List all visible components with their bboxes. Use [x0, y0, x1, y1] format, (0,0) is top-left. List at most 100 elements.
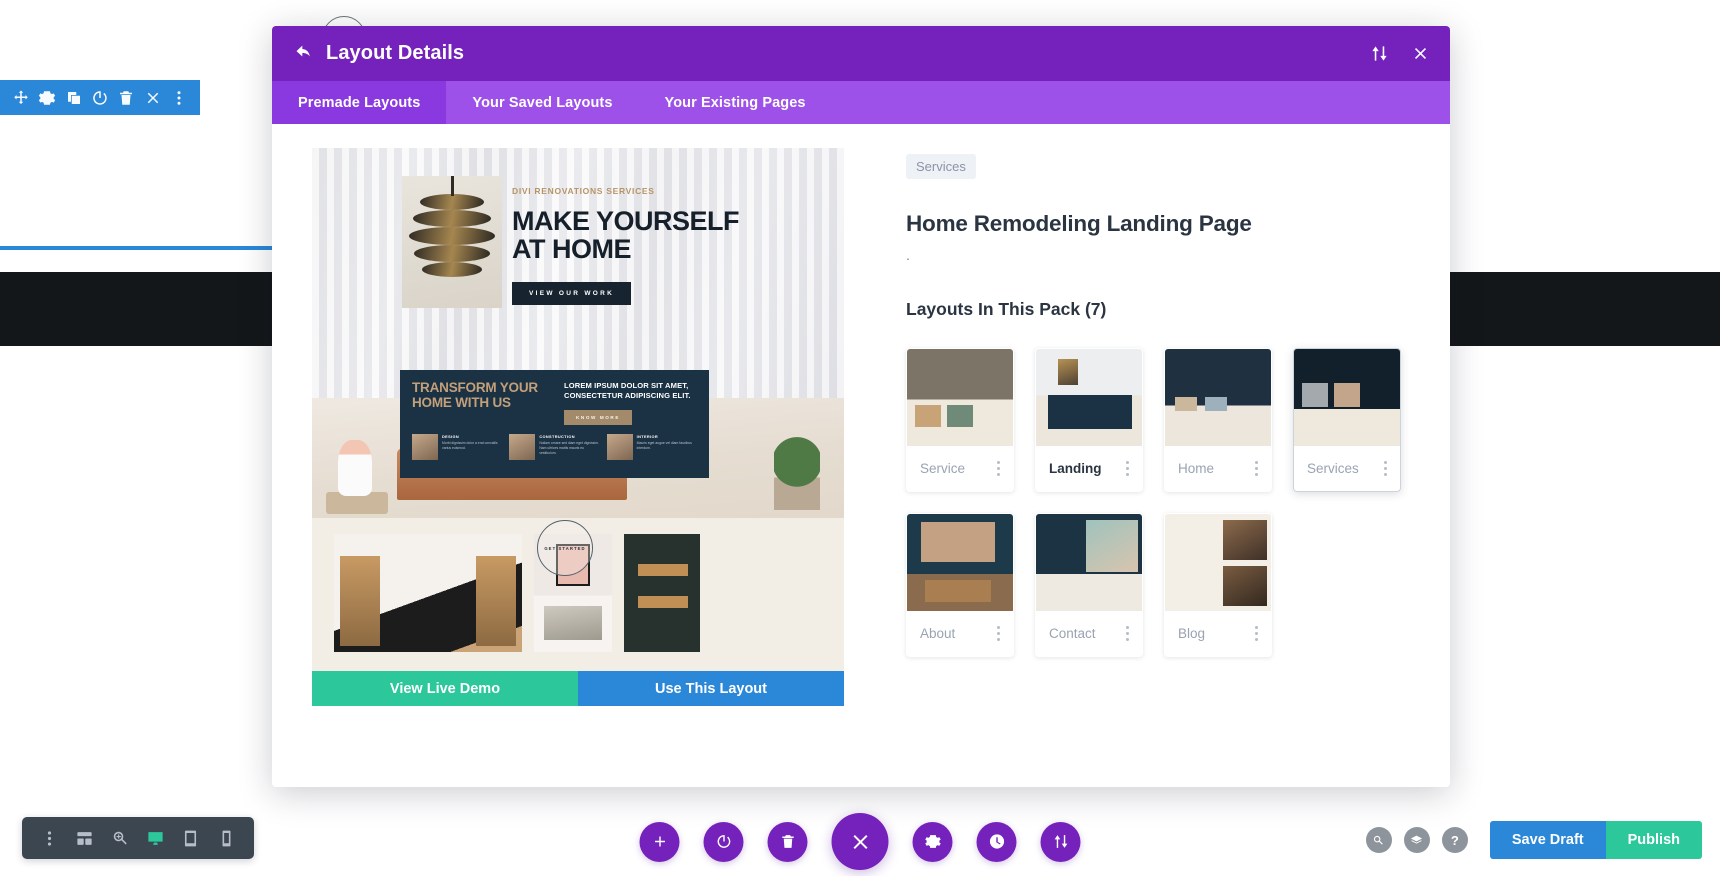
preview-promo-column: CONSTRUCTION Nullam ornare sed diam eget…: [509, 433, 599, 460]
preview-promo-column: DESIGN Morbi dignissim dolor a erat conv…: [412, 433, 502, 460]
builder-bottom-bar-center: [639, 807, 1081, 876]
preview-gallery-image-3: [624, 534, 700, 652]
tab-your-existing-pages[interactable]: Your Existing Pages: [639, 81, 832, 124]
duplicate-icon[interactable]: [65, 89, 83, 107]
power-icon: [717, 835, 730, 848]
layout-card-menu-icon[interactable]: [995, 457, 1002, 480]
tab-your-saved-layouts[interactable]: Your Saved Layouts: [446, 81, 638, 124]
preview-promo-column: INTERIOR Mauris eget augue vel diam fauc…: [606, 433, 697, 460]
preview-promo-column-title: DESIGN: [442, 433, 460, 439]
layout-card-label: Landing: [1049, 461, 1102, 476]
layout-card-home[interactable]: Home: [1164, 348, 1272, 492]
layout-preview-column: DIVI RENOVATIONS SERVICES MAKE YOURSELF …: [312, 148, 844, 787]
sort-icon: [1054, 835, 1067, 848]
preview-hero-heading-line1: MAKE YOURSELF: [512, 206, 740, 236]
preview-promo-column-title: INTERIOR: [636, 433, 659, 439]
layout-thumbnail: [1165, 349, 1271, 446]
preview-promo-column-text: Morbi dignissim dolor a erat convallis v…: [442, 440, 498, 450]
trash-icon: [781, 835, 794, 848]
layout-card-contact[interactable]: Contact: [1035, 513, 1143, 657]
layout-details-column: Services Home Remodeling Landing Page . …: [844, 148, 1426, 787]
toggle-builder-button[interactable]: [703, 821, 744, 862]
portability-button[interactable]: [1040, 821, 1081, 862]
close-icon: [853, 834, 867, 849]
element-hover-toolbar[interactable]: [0, 80, 200, 115]
layouts-in-pack-heading: Layouts In This Pack (7): [906, 299, 1107, 319]
layers-button[interactable]: [1403, 827, 1430, 853]
back-arrow-icon[interactable]: [294, 44, 314, 64]
category-badge[interactable]: Services: [906, 154, 976, 179]
help-icon: ?: [1450, 832, 1459, 848]
preview-promo-column-image: [412, 433, 438, 460]
preview-gallery-image-1: [334, 534, 522, 652]
use-this-layout-button[interactable]: Use This Layout: [578, 671, 844, 706]
trash-icon[interactable]: [117, 89, 135, 107]
layout-card-landing[interactable]: Landing: [1035, 348, 1143, 492]
layout-thumbnail: [1036, 514, 1142, 611]
tab-premade-layouts[interactable]: Premade Layouts: [272, 81, 447, 124]
preview-promo-card: TRANSFORM YOUR HOME WITH US LOREM IPSUM …: [400, 370, 709, 478]
layout-card-services[interactable]: Services: [1293, 348, 1401, 492]
layout-card-menu-icon[interactable]: [1124, 457, 1131, 480]
layout-card-menu-icon[interactable]: [1253, 622, 1260, 645]
preview-promo-button: KNOW MORE: [564, 409, 633, 425]
preview-promo-column-image: [606, 433, 633, 460]
layout-card-label: About: [920, 626, 956, 641]
preview-hero-lamp-image: [402, 176, 502, 308]
layout-card-about[interactable]: About: [906, 513, 1014, 657]
editing-history-button[interactable]: [976, 821, 1017, 862]
divi-builder-page: Layout Details Premade Layouts Your Save…: [0, 0, 1720, 876]
clear-layout-button[interactable]: [767, 821, 808, 862]
layout-card-menu-icon[interactable]: [1382, 457, 1389, 480]
gear-icon: [924, 835, 941, 848]
preview-get-started-badge: GET STARTED: [537, 520, 593, 576]
layout-card-menu-icon[interactable]: [1124, 622, 1131, 645]
layout-card-menu-icon[interactable]: [1253, 457, 1260, 480]
preview-action-buttons: View Live Demo Use This Layout: [312, 671, 844, 706]
layout-thumbnail: [1165, 514, 1271, 611]
add-section-button[interactable]: [639, 821, 680, 862]
preview-promo-column-text: Nullam ornare sed diam eget dignissim. N…: [539, 440, 599, 455]
layers-icon: [1411, 835, 1423, 844]
save-draft-button[interactable]: Save Draft: [1489, 821, 1606, 859]
builder-bottom-bar: ? Save Draft Publish: [0, 807, 1720, 876]
modal-tabs: Premade Layouts Your Saved Layouts Your …: [272, 81, 1450, 124]
builder-settings-button[interactable]: [912, 821, 953, 862]
search-button[interactable]: [1365, 827, 1392, 853]
preview-hero-kicker: DIVI RENOVATIONS SERVICES: [512, 186, 655, 196]
preview-promo-column-text: Mauris eget augue vel diam faucibus inte…: [636, 440, 692, 450]
preview-promo-heading-line2: HOME WITH US: [412, 394, 511, 410]
preview-hero-section: DIVI RENOVATIONS SERVICES MAKE YOURSELF …: [312, 148, 844, 398]
modal-body: DIVI RENOVATIONS SERVICES MAKE YOURSELF …: [272, 124, 1450, 787]
layout-thumbnail: [1294, 349, 1400, 446]
gear-icon[interactable]: [38, 89, 56, 107]
power-icon[interactable]: [91, 89, 109, 107]
more-options-icon[interactable]: [170, 89, 188, 107]
history-icon: [989, 834, 1004, 849]
close-builder-bar-button[interactable]: [831, 813, 889, 870]
add-icon: [654, 836, 665, 847]
publish-button[interactable]: Publish: [1605, 821, 1702, 859]
preview-gallery-section: GET STARTED: [312, 518, 844, 671]
layout-card-service[interactable]: Service: [906, 348, 1014, 492]
preview-vase: [338, 440, 372, 496]
help-button[interactable]: ?: [1441, 827, 1468, 853]
layout-thumbnail: [907, 514, 1013, 611]
preview-promo-sub-line2: CONSECTETUR ADIPISCING ELIT.: [564, 391, 691, 401]
pack-title: Home Remodeling Landing Page: [906, 211, 1252, 236]
save-publish-group: Save Draft Publish: [1489, 821, 1702, 859]
builder-bottom-bar-right: ? Save Draft Publish: [1365, 821, 1702, 859]
preview-plant: [774, 436, 820, 510]
close-icon[interactable]: [144, 89, 162, 107]
layout-card-blog[interactable]: Blog: [1164, 513, 1272, 657]
preview-hero-heading-line2: AT HOME: [512, 233, 632, 264]
sort-icon[interactable]: [1370, 44, 1389, 63]
layout-card-menu-icon[interactable]: [995, 622, 1002, 645]
close-icon[interactable]: [1411, 44, 1430, 63]
layout-card-label: Service: [920, 461, 966, 476]
preview-promo-heading-line1: TRANSFORM YOUR: [412, 380, 538, 395]
layout-card-label: Home: [1178, 461, 1215, 476]
move-icon[interactable]: [12, 89, 30, 107]
preview-promo-column-image: [509, 433, 536, 460]
view-live-demo-button[interactable]: View Live Demo: [312, 671, 578, 706]
